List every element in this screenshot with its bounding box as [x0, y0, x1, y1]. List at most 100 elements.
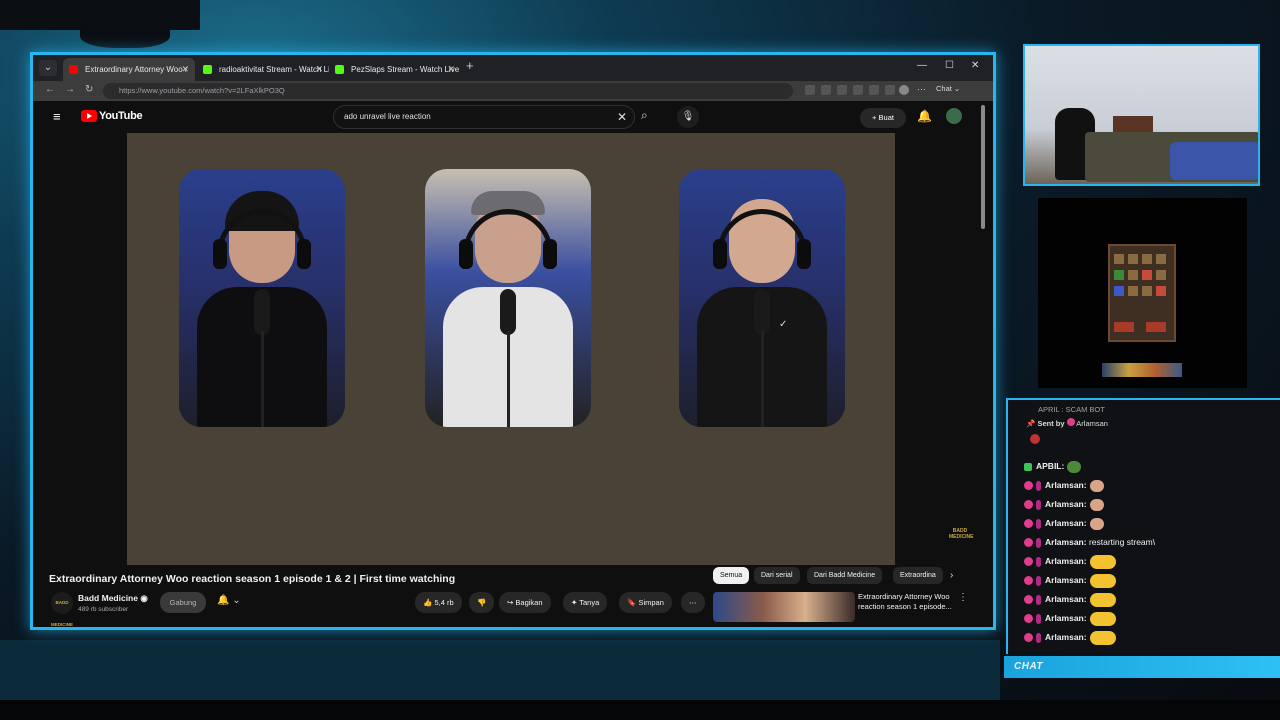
youtube-logo-text[interactable]: YouTube: [99, 110, 143, 122]
video-player[interactable]: ✓ BADD MEDICINE: [127, 133, 973, 565]
minimize-icon[interactable]: —: [917, 60, 927, 71]
share-button[interactable]: ↪ Bagikan: [499, 592, 551, 613]
pepe-emote-icon: [1067, 460, 1082, 473]
inventory-slot: [1156, 270, 1166, 280]
new-tab-icon[interactable]: +: [466, 58, 474, 73]
stream-chat: APRIL : SCAM BOT 📌 Sent by Arlamsan APBI…: [1006, 398, 1280, 654]
notifications-bell-icon[interactable]: 🔔: [917, 109, 932, 123]
mic-badge-icon: [1036, 537, 1041, 548]
clear-search-icon[interactable]: ✕: [617, 110, 627, 124]
recommended-title[interactable]: Extraordinary Attorney Woo reaction seas…: [858, 592, 958, 612]
close-tab-icon[interactable]: ✕: [181, 58, 189, 81]
dislike-button[interactable]: 👎: [469, 592, 495, 613]
tab-youtube[interactable]: Extraordinary Attorney Woo r ✕: [63, 58, 195, 81]
chat-username[interactable]: Arlamsan:: [1045, 613, 1087, 623]
mic-arm: [261, 331, 264, 427]
chat-username[interactable]: Arlamsan:: [1045, 537, 1087, 547]
favorite-star-icon[interactable]: [853, 85, 863, 95]
chat-username[interactable]: Arlamsan:: [1045, 594, 1087, 604]
browser-window: ⌄ Extraordinary Attorney Woo r ✕ radioak…: [30, 52, 996, 630]
kick-favicon-icon: [335, 65, 344, 74]
reactor-cam-center: [425, 169, 591, 427]
close-window-icon[interactable]: ✕: [971, 60, 979, 71]
search-icon[interactable]: ⌕: [641, 108, 648, 123]
chat-label: CHAT: [1014, 661, 1044, 672]
copilot-chat-button[interactable]: Chat ⌄: [936, 84, 960, 93]
back-icon[interactable]: ←: [45, 84, 55, 95]
microphone-icon: [754, 289, 770, 335]
youtube-logo-icon[interactable]: [81, 110, 97, 122]
page-scrollbar[interactable]: [980, 103, 986, 623]
like-button[interactable]: 👍 5,4 rb: [415, 592, 462, 613]
chat-username[interactable]: Arlamsan:: [1045, 632, 1087, 642]
forward-icon[interactable]: →: [65, 84, 75, 95]
like-count: 5,4 rb: [434, 598, 454, 607]
ask-label: Tanya: [579, 598, 600, 607]
tab-pezslaps[interactable]: PezSlaps Stream - Watch Live on K ✕: [329, 58, 461, 81]
reactor-cam-right: ✓: [679, 169, 845, 427]
extension-icon[interactable]: [805, 85, 815, 95]
profile-avatar[interactable]: [899, 85, 909, 95]
favorites-icon[interactable]: [885, 85, 895, 95]
maximize-icon[interactable]: ☐: [945, 60, 954, 71]
mic-badge-icon: [1036, 499, 1041, 510]
channel-watermark[interactable]: BADD MEDICINE: [949, 528, 973, 546]
close-tab-icon[interactable]: ✕: [447, 58, 455, 81]
more-menu-icon[interactable]: ⋯: [917, 85, 927, 95]
search-input[interactable]: ado unravel live reaction: [333, 105, 635, 129]
channel-name[interactable]: Badd Medicine ◉: [78, 593, 148, 604]
translate-icon[interactable]: [821, 85, 831, 95]
inventory-slot: [1128, 254, 1138, 264]
url-field[interactable]: https://www.youtube.com/watch?v=2LFaXlkP…: [103, 83, 793, 99]
chip-series[interactable]: Dari serial: [754, 567, 800, 584]
extension-icon[interactable]: [837, 85, 847, 95]
chip-channel[interactable]: Dari Badd Medicine: [807, 567, 883, 584]
sparkle-icon: ✦: [571, 598, 578, 607]
inventory-slot: [1156, 254, 1166, 264]
channel-name-text: Badd Medicine: [78, 593, 138, 603]
notification-bell-icon[interactable]: 🔔 ⌄: [217, 595, 241, 606]
tab-search-icon[interactable]: ⌄: [39, 60, 57, 76]
game-capture-panel: [1038, 198, 1247, 388]
kick-favicon-icon: [203, 65, 212, 74]
extension-icon[interactable]: [869, 85, 879, 95]
account-avatar[interactable]: [946, 108, 962, 124]
sub-badge-icon: [1024, 614, 1033, 624]
save-button[interactable]: 🔖 Simpan: [619, 592, 672, 613]
voice-search-icon[interactable]: 🎙: [677, 106, 699, 128]
bottom-bar: [0, 700, 1280, 720]
ask-button[interactable]: ✦ Tanya: [563, 592, 608, 613]
reload-icon[interactable]: ↻: [85, 84, 93, 95]
sent-by-label: Sent by: [1037, 419, 1065, 428]
reactor-cam-left: [179, 169, 345, 427]
join-button[interactable]: Gabung: [160, 592, 206, 613]
create-label: Buat: [878, 113, 894, 122]
recommended-more-icon[interactable]: ⋮: [958, 592, 968, 603]
sub-badge-icon: [1024, 633, 1033, 643]
scrollbar-thumb[interactable]: [981, 105, 985, 229]
create-button[interactable]: + Buat: [860, 108, 906, 128]
chat-username[interactable]: Arlamsan:: [1045, 518, 1087, 528]
chip-all[interactable]: Semua: [713, 567, 750, 584]
menu-icon[interactable]: ≡: [53, 109, 61, 124]
chat-username[interactable]: Arlamsan:: [1045, 575, 1087, 585]
chip-related[interactable]: Extraordina: [893, 567, 943, 584]
chat-username[interactable]: Arlamsan:: [1045, 480, 1087, 490]
pinned-sent-by: 📌 Sent by Arlamsan: [1026, 418, 1108, 428]
chat-username[interactable]: Arlamsan:: [1045, 499, 1087, 509]
mic-badge-icon: [1036, 575, 1041, 586]
tab-radioaktivitat[interactable]: radioaktivitat Stream - Watch Live ✕: [197, 58, 329, 81]
yellow-emote-icon: [1089, 611, 1116, 626]
inventory-button: [1114, 322, 1134, 332]
youtube-favicon-icon: [69, 65, 78, 74]
recommended-thumbnail[interactable]: [713, 592, 855, 622]
address-bar: ← → ↻ https://www.youtube.com/watch?v=2L…: [33, 81, 993, 101]
channel-avatar[interactable]: BADD MEDICINE: [51, 592, 73, 627]
close-tab-icon[interactable]: ✕: [315, 58, 323, 81]
chat-username[interactable]: APBIL:: [1036, 461, 1064, 471]
mic-arm: [761, 331, 764, 427]
more-actions-button[interactable]: ⋯: [681, 592, 705, 613]
mic-badge-icon: [1036, 518, 1041, 529]
chat-username[interactable]: Arlamsan:: [1045, 556, 1087, 566]
chevron-right-icon[interactable]: ›: [950, 570, 953, 581]
